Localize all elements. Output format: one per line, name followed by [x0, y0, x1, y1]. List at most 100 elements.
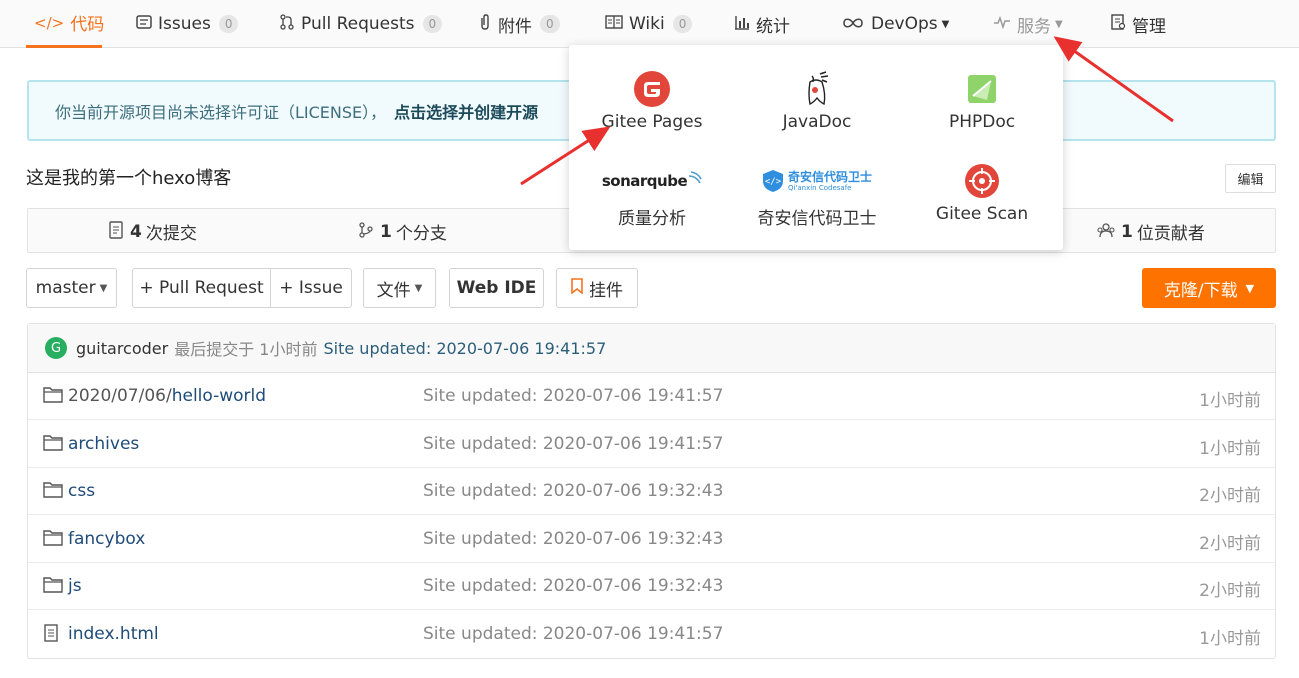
widget-button-label: 挂件 [589, 280, 623, 301]
file-name: js [68, 576, 82, 597]
latest-commit-row: G guitarcoder 最后提交于 1小时前 Site updated: 2… [28, 324, 1275, 373]
service-gitee-pages[interactable]: Gitee Pages [570, 69, 734, 132]
file-commit-time: 1小时前 [1199, 629, 1261, 649]
service-javadoc[interactable]: JavaDoc [735, 69, 899, 132]
tab-wiki-label: Wiki [629, 14, 665, 34]
file-name-link[interactable]: index.html [68, 624, 159, 644]
repo-nav-bar: </> 代码 Issues 0 Pull Requests 0 附件 0 Wik… [0, 0, 1299, 48]
file-name-link[interactable]: css [68, 481, 95, 501]
file-commit-message[interactable]: Site updated: 2020-07-06 19:41:57 [423, 624, 723, 644]
branch-icon [358, 221, 374, 243]
issues-icon [136, 14, 152, 34]
file-icon [43, 624, 63, 642]
infinity-icon [841, 15, 865, 33]
tab-code-label: 代码 [70, 15, 105, 35]
attachments-count-badge: 0 [540, 15, 560, 33]
tab-stats[interactable]: 统计 [734, 0, 790, 48]
tab-devops[interactable]: DevOps ▼ [841, 0, 949, 48]
service-quality-analysis-label: 质量分析 [618, 209, 686, 229]
tab-devops-label: DevOps [871, 14, 938, 34]
file-commit-message[interactable]: Site updated: 2020-07-06 19:41:57 [423, 434, 723, 454]
service-phpdoc[interactable]: PHPDoc [900, 69, 1064, 132]
branches-label: 个分支 [395, 224, 447, 244]
table-row[interactable]: js Site updated: 2020-07-06 19:32:43 2小时前 [28, 563, 1275, 611]
file-commit-message[interactable]: Site updated: 2020-07-06 19:32:43 [423, 481, 723, 501]
chevron-down-icon: ▼ [1245, 281, 1255, 295]
service-gitee-scan-label: Gitee Scan [935, 204, 1029, 224]
file-name: hello-world [171, 386, 267, 406]
tab-issues-label: Issues [158, 14, 211, 34]
tab-attachments[interactable]: 附件 0 [478, 0, 560, 48]
new-pull-request-button[interactable]: + Pull Request [132, 268, 271, 308]
file-commit-message[interactable]: Site updated: 2020-07-06 19:32:43 [423, 529, 723, 549]
commit-author-link[interactable]: guitarcoder [76, 339, 168, 358]
tab-code[interactable]: </> 代码 [26, 0, 105, 48]
contributors-icon [1097, 222, 1115, 242]
file-name: index.html [68, 624, 159, 644]
avatar[interactable]: G [45, 337, 67, 359]
pull-request-icon [279, 14, 295, 34]
new-issue-button[interactable]: + Issue [270, 268, 352, 308]
sonarqube-icon: sonarqube [570, 161, 734, 201]
phpdoc-icon [900, 69, 1064, 109]
tab-pull-requests[interactable]: Pull Requests 0 [279, 0, 443, 48]
tab-wiki[interactable]: Wiki 0 [605, 0, 693, 48]
wiki-icon [605, 15, 623, 33]
clone-download-button[interactable]: 克隆/下载 ▼ [1142, 268, 1276, 308]
branch-select[interactable]: master ▼ [26, 268, 117, 308]
commit-icon [108, 220, 124, 243]
folder-icon [43, 434, 63, 452]
service-gitee-scan[interactable]: Gitee Scan [900, 161, 1064, 224]
file-path-prefix: 2020/07/06/ [68, 386, 172, 406]
chart-icon [734, 14, 750, 34]
file-name-link[interactable]: fancybox [68, 529, 145, 549]
table-row[interactable]: css Site updated: 2020-07-06 19:32:43 2小时前 [28, 468, 1275, 516]
javadoc-icon [735, 69, 899, 109]
file-commit-time: 2小时前 [1199, 581, 1261, 602]
file-menu-button[interactable]: 文件 ▼ [363, 268, 436, 308]
service-quality-analysis[interactable]: sonarqube 质量分析 [570, 161, 734, 229]
file-commit-time: 1小时前 [1199, 438, 1261, 459]
table-row[interactable]: index.html Site updated: 2020-07-06 19:41… [28, 611, 1275, 658]
create-license-link[interactable]: 点击选择并创建开源 [394, 99, 538, 123]
chevron-down-icon: ▼ [99, 282, 108, 294]
tab-services-label: 服务 [1017, 16, 1051, 37]
service-qianxin[interactable]: </> 奇安信代码卫士 Qi'anxin Codesafe 奇安信代码卫士 [735, 161, 899, 229]
file-name: archives [68, 433, 140, 454]
file-name: css [68, 481, 96, 502]
web-ide-button[interactable]: Web IDE [449, 268, 544, 308]
commits-count: 4 [130, 221, 142, 242]
tab-manage-label: 管理 [1132, 16, 1166, 37]
tab-manage[interactable]: 管理 [1110, 0, 1166, 48]
service-qianxin-label: 奇安信代码卫士 [757, 209, 877, 229]
file-commit-time: 2小时前 [1199, 486, 1261, 507]
edit-description-button[interactable]: 编辑 [1225, 164, 1276, 193]
file-name-link[interactable]: 2020/07/06/hello-world [68, 386, 266, 406]
folder-icon [43, 481, 63, 499]
file-menu-label: 文件 [376, 280, 411, 301]
manage-icon [1110, 14, 1126, 34]
branches-stat[interactable]: 1 个分支 [358, 209, 447, 254]
file-commit-message[interactable]: Site updated: 2020-07-06 19:41:57 [423, 386, 723, 406]
tab-services[interactable]: 服务 ▼ [993, 0, 1063, 48]
contributors-stat[interactable]: 1 位贡献者 [1097, 209, 1205, 254]
file-commit-time: 2小时前 [1199, 533, 1261, 554]
commit-message-link[interactable]: Site updated: 2020-07-06 19:41:57 [324, 339, 607, 358]
file-name-link[interactable]: archives [68, 434, 139, 454]
table-row[interactable]: 2020/07/06/hello-world Site updated: 2020… [28, 373, 1275, 420]
table-row[interactable]: fancybox Site updated: 2020-07-06 19:32:4… [28, 516, 1275, 563]
widget-button[interactable]: 挂件 [556, 268, 638, 308]
svg-text:</>: </> [765, 177, 782, 187]
services-dropdown: Gitee Pages JavaDoc PHPDoc sonarqube 质量分… [569, 45, 1063, 250]
table-row[interactable]: archives Site updated: 2020-07-06 19:41:5… [28, 421, 1275, 468]
tab-attachments-label: 附件 [498, 16, 532, 37]
wiki-count-badge: 0 [672, 15, 693, 33]
tab-issues[interactable]: Issues 0 [136, 0, 239, 48]
qianxin-logo-subtext: Qi'anxin Codesafe [787, 183, 852, 192]
pull-requests-count-badge: 0 [422, 15, 443, 33]
commits-stat[interactable]: 4 次提交 [108, 209, 197, 254]
contributors-label: 位贡献者 [1136, 224, 1205, 244]
file-commit-message[interactable]: Site updated: 2020-07-06 19:32:43 [423, 576, 723, 596]
file-name-link[interactable]: js [68, 576, 82, 596]
chevron-down-icon: ▼ [414, 282, 423, 294]
